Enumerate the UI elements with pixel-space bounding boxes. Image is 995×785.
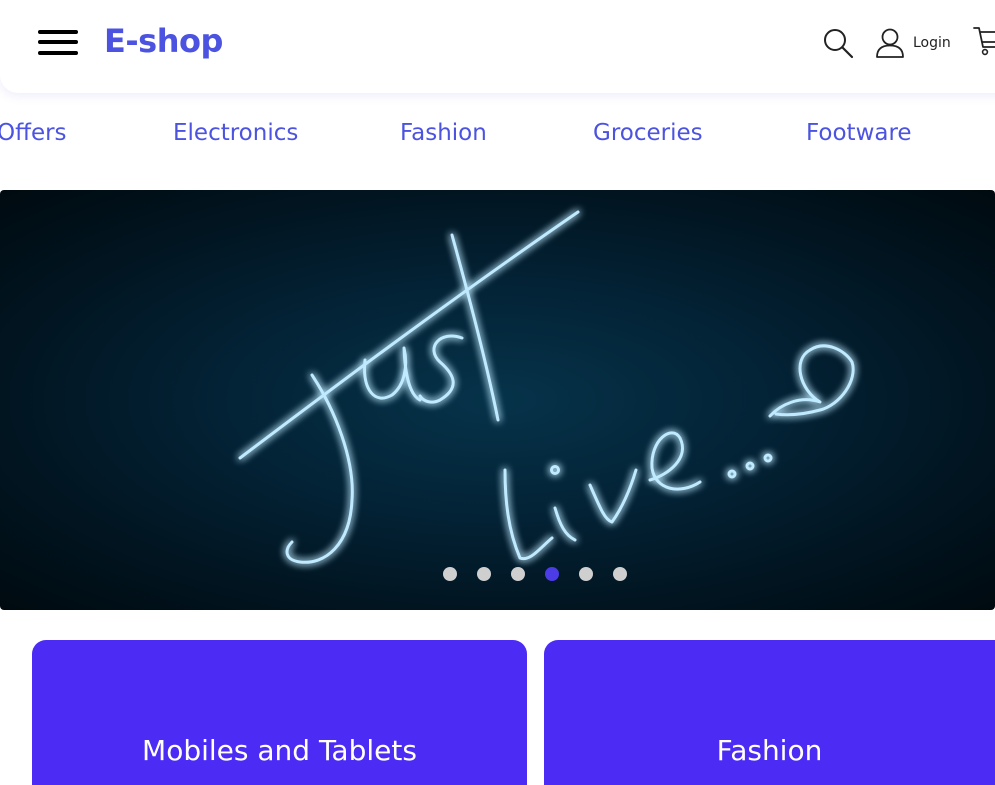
category-nav: Offers Electronics Fashion Groceries Foo…	[0, 120, 995, 156]
user-icon	[876, 28, 904, 58]
login-label: Login	[913, 35, 951, 51]
carousel-indicators	[443, 567, 647, 581]
hamburger-menu-icon[interactable]	[38, 30, 78, 56]
category-electronics[interactable]: Electronics	[173, 120, 298, 146]
category-fashion[interactable]: Fashion	[400, 120, 487, 146]
top-header: E-shop Login	[0, 0, 995, 93]
page: E-shop Login Offers Electronics Fashion …	[0, 0, 995, 785]
login-button[interactable]: Login	[875, 26, 951, 60]
carousel-dot-active[interactable]	[545, 567, 559, 581]
cart-icon[interactable]	[972, 24, 995, 58]
category-card-mobiles-tablets[interactable]: Mobiles and Tablets	[32, 640, 527, 785]
category-offers[interactable]: Offers	[0, 120, 67, 146]
card-title: Mobiles and Tablets	[142, 734, 417, 767]
carousel-dot[interactable]	[443, 567, 457, 581]
category-card-fashion[interactable]: Fashion	[544, 640, 995, 785]
hero-banner[interactable]	[0, 190, 995, 610]
category-groceries[interactable]: Groceries	[593, 120, 703, 146]
hero-neon-artwork	[238, 210, 855, 564]
card-title: Fashion	[716, 734, 823, 767]
category-footware[interactable]: Footware	[806, 120, 912, 146]
search-icon[interactable]	[822, 27, 854, 59]
carousel-dot[interactable]	[511, 567, 525, 581]
carousel-dot[interactable]	[613, 567, 627, 581]
carousel-dot[interactable]	[579, 567, 593, 581]
carousel-dot[interactable]	[477, 567, 491, 581]
brand-logo[interactable]: E-shop	[104, 22, 223, 60]
